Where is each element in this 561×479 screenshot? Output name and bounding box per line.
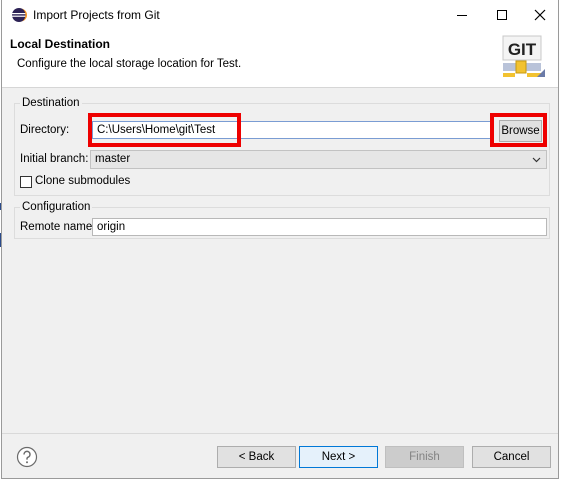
initial-branch-label: Initial branch: <box>20 153 89 165</box>
minimize-button[interactable] <box>442 0 482 30</box>
remote-name-label: Remote name: <box>20 221 96 233</box>
git-logo-icon: GIT <box>502 35 545 77</box>
clone-submodules-label: Clone submodules <box>35 175 131 187</box>
close-button[interactable] <box>520 0 560 30</box>
next-button[interactable]: Next > <box>299 446 378 468</box>
window-title: Import Projects from Git <box>33 8 160 22</box>
back-button[interactable]: < Back <box>217 446 296 468</box>
page-description: Configure the local storage location for… <box>17 58 242 70</box>
close-icon <box>534 9 546 21</box>
maximize-button[interactable] <box>482 0 522 30</box>
footer-separator <box>2 433 558 434</box>
chevron-down-icon <box>532 157 541 163</box>
cancel-button[interactable]: Cancel <box>472 446 551 468</box>
highlight-box-browse <box>490 113 547 147</box>
maximize-icon <box>497 10 507 20</box>
directory-label: Directory: <box>20 124 70 136</box>
destination-group-label: Destination <box>20 97 82 109</box>
initial-branch-value: master <box>95 153 131 165</box>
configuration-group-label: Configuration <box>20 201 93 213</box>
wizard-header: Local Destination Configure the local st… <box>2 30 558 88</box>
initial-branch-select[interactable]: master <box>90 150 547 169</box>
clone-submodules-checkbox[interactable] <box>20 176 32 188</box>
eclipse-icon <box>12 8 27 22</box>
title-bar: Import Projects from Git <box>2 0 558 30</box>
help-icon[interactable] <box>16 446 38 468</box>
remote-name-input[interactable]: origin <box>92 218 547 236</box>
import-dialog: Import Projects from Git Local Destinati… <box>1 0 559 479</box>
highlight-box-directory <box>88 113 241 147</box>
minimize-icon <box>457 15 467 16</box>
finish-button[interactable]: Finish <box>385 446 464 468</box>
git-logo-text: GIT <box>508 40 537 59</box>
page-title: Local Destination <box>10 37 111 51</box>
